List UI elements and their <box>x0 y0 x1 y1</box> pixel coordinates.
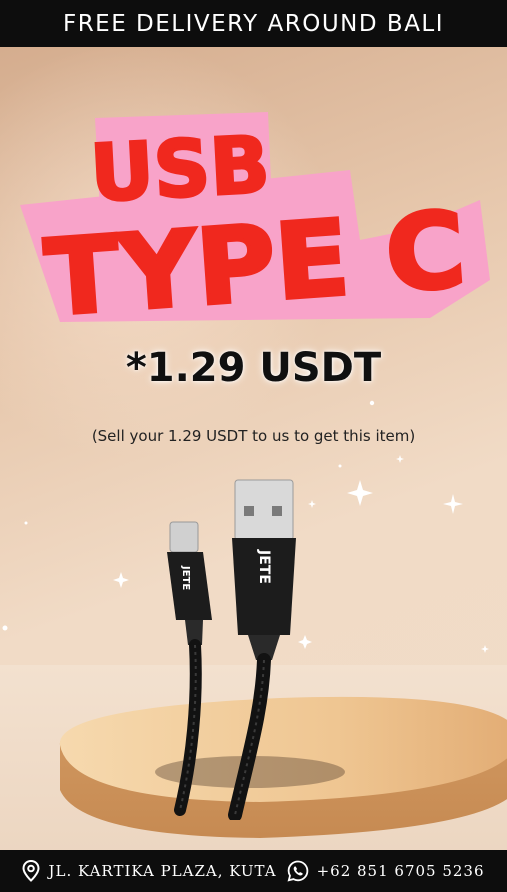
phone-number[interactable]: +62 851 6705 5236 <box>317 862 485 880</box>
phone-group[interactable]: +62 851 6705 5236 <box>287 860 485 882</box>
address-text: JL. KARTIKA PLAZA, KUTA <box>48 862 277 880</box>
price-note: (Sell your 1.29 USDT to us to get this i… <box>91 427 416 445</box>
sparkle-icon <box>481 645 489 653</box>
usb-c-plug <box>169 521 199 553</box>
sparkle-icon <box>443 494 463 514</box>
sparkle-dot <box>338 464 342 468</box>
title-graphic: USB TYPE C <box>20 112 490 340</box>
sparkle-dot <box>2 625 8 631</box>
usb-a-plug <box>234 479 294 541</box>
cable-wire-c <box>174 639 202 816</box>
contact-bar: JL. KARTIKA PLAZA, KUTA +62 851 6705 523… <box>0 850 507 892</box>
usb-cable-image: JETE JETE <box>167 479 296 820</box>
sparkle-icon <box>113 572 129 588</box>
brand-label-large: JETE <box>256 549 272 584</box>
price-label: *1.29 USDT <box>125 345 382 391</box>
address-group: JL. KARTIKA PLAZA, KUTA <box>22 860 276 882</box>
cable-wire-a <box>228 653 271 820</box>
usb-a-slot-left <box>244 506 254 516</box>
sparkle-dot <box>369 400 375 406</box>
whatsapp-icon <box>287 860 308 882</box>
location-pin-icon <box>22 860 40 882</box>
sparkle-icon <box>396 455 404 463</box>
brand-label-small: JETE <box>180 565 191 590</box>
usb-a-slot-right <box>272 506 282 516</box>
sparkle-dot <box>24 521 28 525</box>
promo-poster: FREE DELIVERY AROUND BALI USB TYPE C *1.… <box>0 0 507 892</box>
product-title: USB TYPE C <box>0 0 507 340</box>
